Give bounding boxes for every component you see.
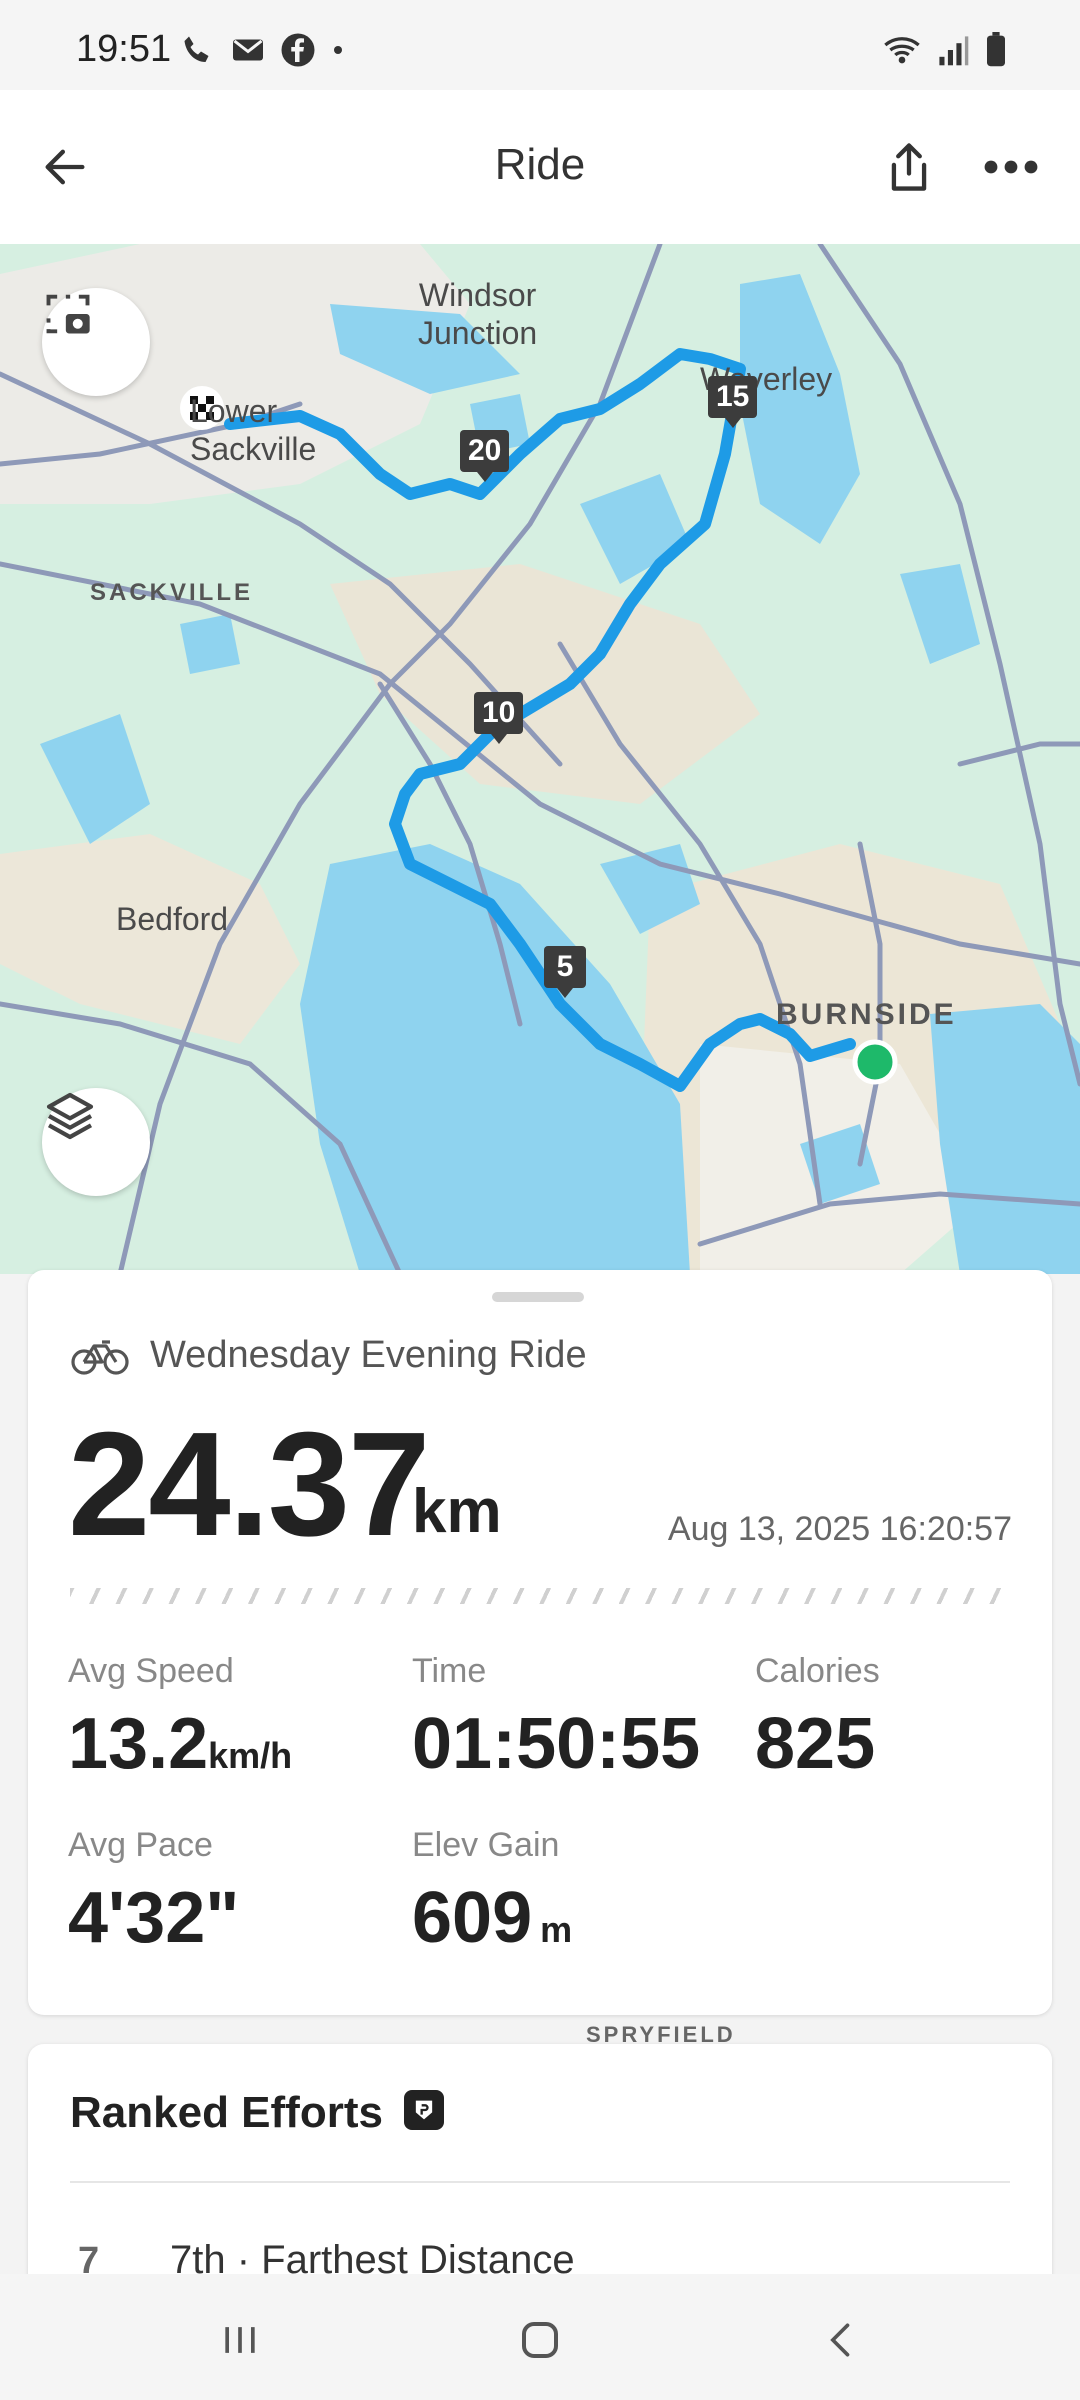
elev-gain-stat: 609 m [412,1880,572,1968]
ranked-badge-icon [404,2090,444,2130]
ranked-efforts-title: Ranked Efforts [70,2088,383,2137]
bicycle-icon [70,1336,130,1381]
share-icon [891,143,927,191]
activity-summary-card: Wednesday Evening Ride 24.37 km Aug 13, … [28,1270,1052,2015]
signal-icon [936,33,970,72]
map-label-lower-sackville: Lower Sackville [190,393,317,467]
distance-unit: km [412,1477,502,1546]
map-layers-button[interactable] [42,1088,150,1196]
time-value: 01:50:55 [412,1704,701,1784]
missed-call-icon [180,32,216,73]
battery-icon [984,32,1008,73]
ranked-divider [70,2181,1010,2183]
facebook-icon [280,32,316,73]
divider-hatch [70,1588,1010,1604]
more-options-button[interactable] [976,132,1046,202]
elev-gain-unit: m [540,1909,573,1950]
home-icon [522,2322,558,2358]
more-horizontal-icon [984,160,1038,174]
system-back-button[interactable] [802,2310,882,2370]
map-canvas [0,244,1080,1274]
km-marker-10: 10 [474,692,524,744]
mail-icon [230,32,266,73]
avg-speed-value: 13.2 [68,1704,209,1784]
system-nav-bar [0,2274,1080,2400]
avg-speed-unit: km/h [208,1735,293,1776]
avg-speed-label: Avg Speed [68,1652,234,1690]
home-button[interactable] [500,2310,580,2370]
elev-gain-label: Elev Gain [412,1826,560,1864]
layers-icon [46,1092,94,1140]
drag-handle[interactable] [492,1292,584,1302]
avg-speed-stat: 13.2km/h [68,1706,292,1794]
app-header: Ride [0,90,1080,245]
map-label-burnside: BURNSIDE [776,998,957,1031]
activity-datetime: Aug 13, 2025 16:20:57 [667,1510,1012,1548]
recent-apps-icon [225,2327,255,2353]
screenshot-camera-icon [46,294,90,334]
distance-value: 24.37 [68,1402,430,1567]
notification-icons [180,32,346,73]
chevron-left-icon [830,2323,850,2357]
map-label-windsor-junction: Windsor Junction [418,277,538,351]
wifi-icon [882,32,922,73]
share-button[interactable] [874,132,944,202]
route-map[interactable]: Windsor Junction Waverley Lower Sackvill… [0,244,1080,1274]
time-label: Time [412,1652,487,1690]
activity-name: Wednesday Evening Ride [150,1334,587,1376]
system-icons [882,32,1008,73]
dot-icon [330,42,346,63]
km-marker-20: 20 [460,430,510,482]
elev-gain-value: 609 [412,1878,533,1958]
status-time: 19:51 [76,28,172,70]
avg-pace-label: Avg Pace [68,1826,213,1864]
screenshot-button[interactable] [42,288,150,396]
status-bar: 19:51 [0,0,1080,90]
calories-value: 825 [755,1704,876,1784]
start-marker [852,1039,898,1085]
calories-label: Calories [755,1652,880,1690]
avg-pace-value: 4'32" [68,1878,240,1958]
map-label-bedford: Bedford [116,901,229,937]
recent-apps-button[interactable] [200,2310,280,2370]
map-label-sackville: SACKVILLE [90,579,254,606]
km-marker-5: 5 [544,946,586,998]
km-marker-15: 15 [708,376,758,428]
